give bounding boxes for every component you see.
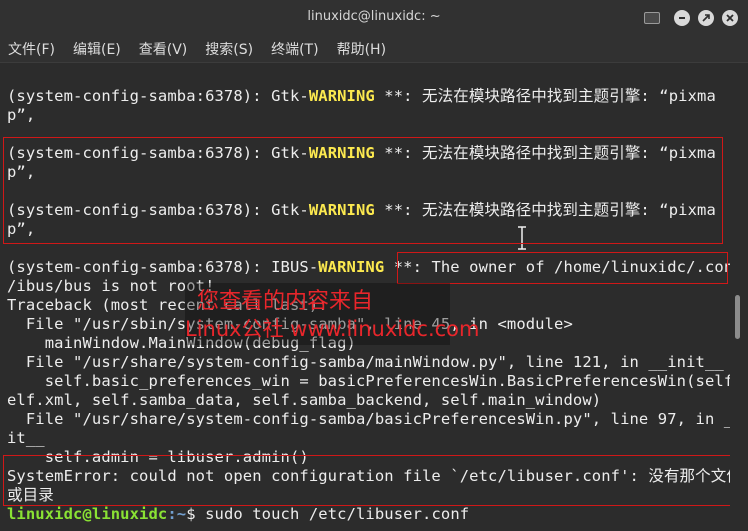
menu-terminal[interactable]: 终端(T) bbox=[269, 39, 320, 59]
prompt-path: :~ bbox=[167, 505, 187, 523]
traceback-line: File "/usr/share/system-config-samba/mai… bbox=[7, 353, 724, 371]
warning-label: WARNING bbox=[318, 258, 385, 276]
command-text: sudo touch /etc/libuser.conf bbox=[205, 505, 470, 523]
warning-line: (system-config-samba:6378): Gtk-WARNING … bbox=[7, 87, 716, 106]
maximize-button[interactable] bbox=[698, 10, 714, 26]
menu-edit[interactable]: 编辑(E) bbox=[71, 39, 123, 59]
log-message: **: 无法在模块路径中找到主题引擎: “pixma bbox=[374, 87, 716, 105]
highlight-box-error bbox=[3, 455, 732, 506]
minimize-button[interactable] bbox=[674, 10, 690, 26]
menu-search[interactable]: 搜索(S) bbox=[203, 39, 255, 59]
highlight-box-warnings bbox=[3, 137, 723, 244]
watermark-line1: 您查看的内容来自 bbox=[197, 289, 374, 314]
title-bar[interactable]: linuxidc@linuxidc: ~ bbox=[0, 0, 748, 36]
output-line: /ibus/bus is not root! bbox=[7, 277, 215, 295]
prompt-user-host: linuxidc@linuxidc bbox=[7, 505, 168, 523]
window-controls bbox=[644, 10, 738, 26]
close-button[interactable] bbox=[722, 10, 738, 26]
close-icon bbox=[726, 14, 734, 22]
traceback-line: self.basic_preferences_win = basicPrefer… bbox=[7, 372, 730, 390]
traceback-line: File "/usr/share/system-config-samba/bas… bbox=[7, 410, 730, 428]
screen-icon bbox=[644, 12, 660, 24]
warning-label: WARNING bbox=[308, 87, 375, 105]
window-title: linuxidc@linuxidc: ~ bbox=[307, 9, 441, 24]
watermark-line2: Linux公社 www.linuxidc.com bbox=[185, 317, 480, 341]
scrollbar-thumb[interactable] bbox=[735, 295, 740, 339]
traceback-line: it__ bbox=[7, 429, 45, 447]
highlight-box-owner bbox=[397, 252, 728, 284]
minimize-icon bbox=[679, 17, 685, 19]
prompt-symbol: $ bbox=[186, 505, 206, 523]
log-prefix: (system-config-samba:6378): IBUS- bbox=[7, 258, 319, 276]
traceback-line: elf.xml, self.samba_data, self.samba_bac… bbox=[7, 391, 602, 409]
menu-help[interactable]: 帮助(H) bbox=[335, 39, 388, 59]
log-prefix: (system-config-samba:6378): Gtk- bbox=[7, 87, 309, 105]
watermark: 您查看的内容来自 Linux公社 www.linuxidc.com bbox=[185, 283, 479, 345]
output-line: " bbox=[7, 63, 16, 70]
scrollbar[interactable] bbox=[730, 63, 748, 531]
menu-bar: 文件(F) 编辑(E) 查看(V) 搜索(S) 终端(T) 帮助(H) bbox=[0, 36, 748, 62]
terminal-window: linuxidc@linuxidc: ~ 文件(F) 编辑(E) 查看(V) 搜… bbox=[0, 0, 748, 531]
menu-file[interactable]: 文件(F) bbox=[6, 39, 57, 59]
menu-view[interactable]: 查看(V) bbox=[137, 39, 190, 59]
command-prompt[interactable]: linuxidc@linuxidc:~$ sudo touch /etc/lib… bbox=[7, 505, 469, 524]
maximize-icon bbox=[702, 14, 710, 22]
output-line: p”, bbox=[7, 106, 36, 124]
